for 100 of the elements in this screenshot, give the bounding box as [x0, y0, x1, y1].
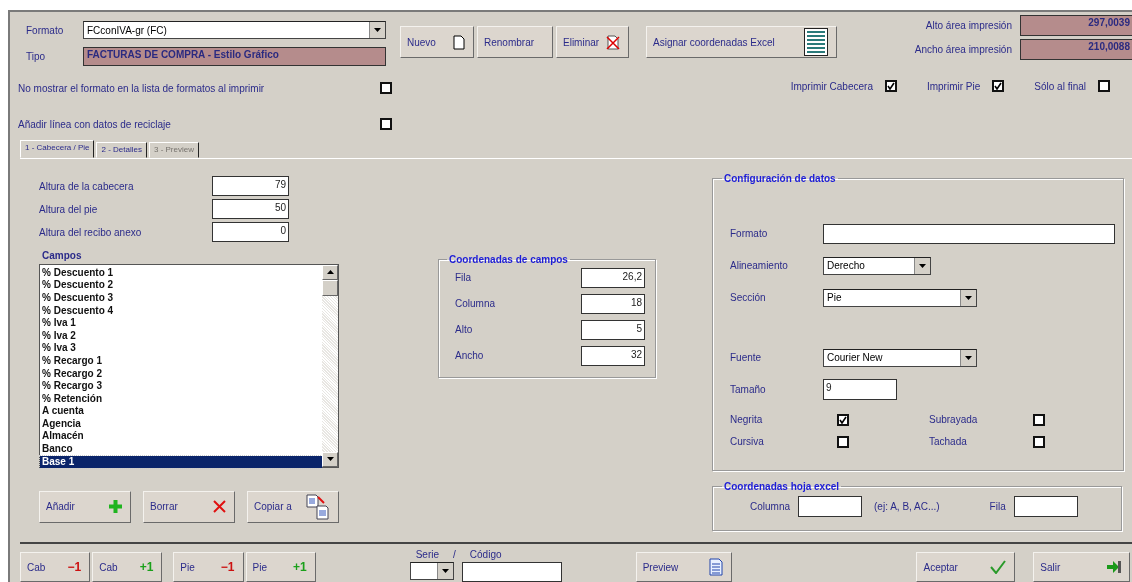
column-field[interactable] — [798, 495, 863, 517]
copy-button[interactable]: Copiar a — [247, 490, 339, 523]
close-icon — [213, 500, 226, 514]
list-item[interactable]: % Iva 3 — [40, 342, 322, 355]
list-item[interactable]: % Retención — [40, 392, 322, 406]
option-checkbox[interactable] — [380, 118, 392, 130]
series-dropdown[interactable] — [409, 562, 454, 580]
fields-list[interactable]: % Descuento 1 % Descuento 2 % Descuento 3 % Descuento 4 % Iva 1 % Iva 2 % Iva 3 % Recargo 1 % Recargo 2 % Recargo 3 % Retención A cuenta Agencia Almacén Banco Base 1 — [39, 263, 339, 468]
document-icon — [709, 558, 724, 576]
height-label: Altura del recibo anexo — [39, 226, 143, 238]
list-item[interactable]: % Descuento 3 — [40, 291, 322, 305]
list-item[interactable]: Banco — [40, 443, 322, 456]
accept-button[interactable]: Aceptar — [916, 552, 1016, 582]
exit-button[interactable]: Salir — [1033, 552, 1130, 582]
caret-icon — [369, 22, 385, 38]
coordinate-field[interactable]: 32 — [581, 345, 645, 366]
document-cross-icon — [606, 34, 620, 50]
height-field[interactable]: 79 — [212, 176, 289, 197]
section-label: Sección — [730, 292, 767, 304]
add-button[interactable]: Añadir — [39, 490, 131, 523]
coordinate-label: Columna — [455, 298, 496, 310]
print-option-label: Imprimir Cabecera — [790, 80, 873, 92]
tab[interactable]: 1 - Cabecera / Pie — [20, 139, 95, 158]
size-field[interactable]: 9 — [823, 379, 897, 401]
font-dropdown[interactable]: Courier New — [823, 348, 977, 367]
style-checkbox[interactable] — [837, 435, 849, 448]
print-option-checkbox[interactable] — [1098, 80, 1110, 92]
coordinate-field[interactable]: 18 — [581, 293, 645, 314]
list-item[interactable]: % Recargo 3 — [40, 380, 322, 393]
format-label: Formato — [730, 228, 769, 240]
style-label: Cursiva — [730, 436, 765, 448]
list-item[interactable]: % Iva 1 — [40, 317, 322, 330]
new-button[interactable]: Nuevo — [400, 26, 474, 58]
print-area-label: Alto área impresión — [925, 19, 1012, 31]
list-item[interactable]: Base 1 — [40, 455, 322, 469]
alignment-dropdown[interactable]: Derecho — [823, 256, 931, 275]
step-button[interactable]: Pie +1 — [245, 552, 316, 582]
style-checkbox[interactable] — [1033, 435, 1045, 448]
list-item[interactable]: % Descuento 4 — [40, 304, 322, 318]
coordinate-label: Alto — [455, 324, 473, 336]
height-label: Altura del pie — [39, 203, 99, 215]
scrollbar[interactable] — [322, 264, 338, 467]
delete-button[interactable]: Eliminar — [556, 26, 629, 58]
copy-documents-icon — [306, 493, 330, 520]
tab[interactable]: 2 - Detalles — [96, 141, 147, 158]
delete-button[interactable]: Borrar — [143, 490, 235, 523]
format-field[interactable] — [823, 223, 1115, 244]
down-arrow-icon — [326, 457, 334, 462]
height-field[interactable]: 50 — [212, 199, 289, 220]
coordinate-field[interactable]: 26,2 — [581, 267, 645, 288]
list-item[interactable]: % Recargo 2 — [40, 367, 322, 381]
print-option-label: Sólo al final — [1034, 80, 1086, 92]
code-field[interactable] — [461, 562, 562, 582]
format-dropdown[interactable]: FCconIVA-gr (FC) — [83, 21, 386, 39]
style-checkbox[interactable] — [1033, 413, 1045, 426]
print-area-label: Ancho área impresión — [914, 43, 1012, 55]
print-option-label: Imprimir Pie — [926, 80, 981, 92]
style-checkbox[interactable] — [837, 413, 849, 426]
print-option-checkbox[interactable] — [992, 80, 1005, 92]
list-title: Campos — [42, 249, 83, 261]
column-hint: (ej: A, B, AC...) — [874, 500, 940, 512]
list-item[interactable]: % Recargo 1 — [40, 354, 322, 368]
caret-icon — [914, 257, 930, 274]
spreadsheet-icon — [804, 28, 828, 56]
caret-icon — [960, 289, 976, 306]
font-label: Fuente — [730, 352, 763, 364]
list-item[interactable]: % Descuento 1 — [40, 266, 322, 280]
type-field: FACTURAS DE COMPRA - Estilo Gráfico — [83, 46, 386, 66]
series-label: Serie — [415, 548, 440, 560]
style-label: Negrita — [730, 414, 764, 426]
row-field[interactable] — [1013, 495, 1078, 517]
caret-icon — [436, 563, 453, 579]
list-item[interactable]: % Descuento 2 — [40, 279, 322, 292]
rename-button[interactable]: Renombrar — [477, 26, 553, 58]
step-button[interactable]: Cab −1 — [20, 552, 91, 582]
caret-icon — [960, 349, 976, 366]
coordinate-field[interactable]: 5 — [581, 319, 645, 340]
option-checkbox[interactable] — [380, 82, 392, 94]
option-label: Añadir línea con datos de reciclaje — [18, 118, 171, 130]
step-button[interactable]: Pie −1 — [173, 552, 244, 582]
plus-icon — [109, 500, 122, 514]
print-option-checkbox[interactable] — [884, 80, 897, 92]
coordinate-label: Fila — [455, 272, 472, 284]
preview-button[interactable]: Preview — [635, 552, 733, 582]
group-title: Configuración de datos — [723, 172, 837, 184]
list-item[interactable]: % Iva 2 — [40, 329, 322, 343]
coordinate-label: Ancho — [455, 350, 484, 362]
excel-coordinates-button[interactable]: Asignar coordenadas Excel — [646, 26, 837, 58]
print-area-value: 210,0088 — [1020, 38, 1132, 60]
list-item[interactable]: A cuenta — [40, 405, 322, 418]
separator: / — [453, 548, 456, 560]
list-item[interactable]: Almacén — [40, 430, 322, 444]
style-label: Subrayada — [929, 414, 979, 426]
option-label: No mostrar el formato en la lista de formatos al imprimir — [18, 82, 265, 94]
height-field[interactable]: 0 — [212, 222, 289, 243]
list-item[interactable]: Agencia — [40, 417, 322, 431]
step-button[interactable]: Cab +1 — [92, 552, 163, 582]
code-label: Código — [469, 548, 502, 560]
group-title: Coordenadas de campos — [448, 253, 569, 265]
section-dropdown[interactable]: Pie — [823, 288, 977, 307]
